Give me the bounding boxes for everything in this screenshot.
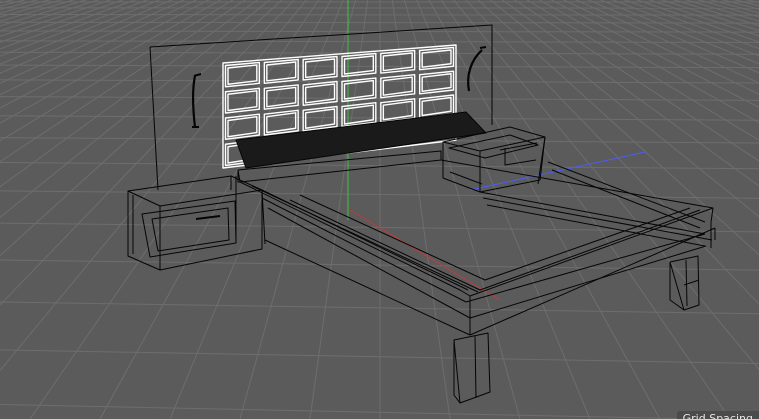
grid-line — [0, 0, 88, 27]
grid-line — [0, 0, 76, 22]
grid-line — [0, 0, 224, 419]
grid-line — [391, 0, 451, 419]
grid-line — [575, 0, 759, 84]
grid-line — [0, 0, 220, 419]
grid-line — [745, 0, 759, 4]
cushion-tile-inner — [421, 73, 452, 93]
grid-line — [733, 0, 759, 7]
grid-line — [684, 0, 759, 22]
grid-line — [516, 0, 759, 419]
grid-line — [0, 14, 759, 16]
grid-line — [672, 0, 759, 27]
cushion-tile-inner — [227, 115, 258, 138]
grid-line — [536, 0, 759, 419]
grid-line — [611, 0, 759, 57]
grid-line — [0, 0, 63, 18]
grid-line — [528, 0, 759, 419]
world-axes — [347, 0, 646, 301]
z-axis-line — [469, 151, 646, 191]
reading-lamp-left[interactable] — [192, 73, 202, 128]
grid-line — [452, 0, 759, 371]
grid-line — [0, 0, 232, 419]
grid-line — [697, 0, 759, 18]
grid-line — [428, 0, 661, 419]
grid-line — [512, 0, 759, 419]
grid-line — [0, 0, 236, 419]
cushion-tile-inner — [382, 76, 413, 96]
floor-grid — [0, 0, 759, 419]
grid-spacing-readout: Grid Spacing — [676, 411, 759, 419]
grid-line — [524, 0, 759, 419]
grid-line — [0, 0, 244, 419]
grid-line — [532, 0, 759, 419]
grid-line — [0, 21, 759, 24]
cushion-tile-inner — [304, 58, 336, 79]
grid-line — [709, 0, 759, 14]
grid-line — [562, 0, 759, 95]
cushion-tile — [263, 109, 299, 136]
grid-line — [0, 0, 240, 419]
cushion-tile-inner — [421, 49, 452, 68]
cushion-tile-inner — [227, 64, 258, 85]
cushion-tile-inner — [227, 90, 258, 112]
x-axis-line — [349, 209, 501, 301]
cushion-tile-inner — [382, 52, 413, 72]
cushion-tile-inner — [343, 79, 375, 100]
cushion-tile-inner — [304, 108, 336, 129]
cushion-tile-inner — [343, 104, 375, 125]
grid-line — [465, 0, 759, 305]
cushion-tile-inner — [266, 112, 297, 134]
cushion-tile-inner — [421, 96, 452, 117]
nightstand-left[interactable] — [127, 175, 263, 271]
grid-line — [0, 0, 185, 84]
3d-viewport[interactable]: Grid Spacing — [0, 0, 759, 419]
grid-line — [440, 0, 731, 419]
grid-line — [0, 0, 222, 124]
grid-line — [0, 0, 248, 419]
grid-line — [0, 0, 228, 419]
viewport-scene[interactable] — [0, 0, 759, 419]
grid-line — [0, 0, 100, 32]
grid-line — [520, 0, 759, 419]
